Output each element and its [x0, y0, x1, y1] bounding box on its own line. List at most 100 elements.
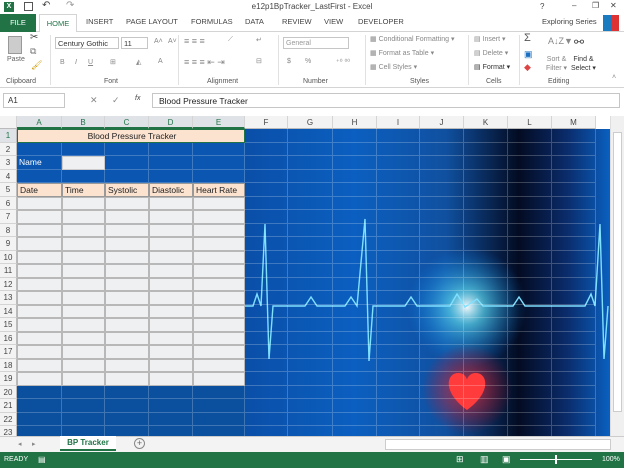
column-header-F[interactable]: F: [245, 116, 288, 129]
cell-C23[interactable]: [105, 426, 149, 436]
format-cells-button[interactable]: ▤ Format ▾: [474, 63, 510, 71]
cell-K19[interactable]: [464, 372, 508, 386]
cell-A15[interactable]: [17, 318, 62, 332]
cell-D7[interactable]: [149, 210, 193, 224]
cell-I6[interactable]: [377, 196, 420, 210]
cell-A6[interactable]: [17, 196, 62, 210]
cell-D14[interactable]: [149, 304, 193, 318]
cell-K3[interactable]: [464, 156, 508, 170]
cell-I17[interactable]: [377, 345, 420, 359]
cell-B6[interactable]: [62, 196, 105, 210]
cell-E10[interactable]: [193, 250, 245, 264]
cell-C11[interactable]: [105, 264, 149, 278]
cut-icon[interactable]: ✂: [30, 32, 38, 43]
row-header-22[interactable]: 22: [0, 412, 17, 426]
cell-B16[interactable]: [62, 331, 105, 345]
cell-L22[interactable]: [508, 412, 552, 426]
percent-button[interactable]: %: [305, 58, 311, 65]
row-header-18[interactable]: 18: [0, 358, 17, 372]
cell-J12[interactable]: [420, 277, 464, 291]
cell-L14[interactable]: [508, 304, 552, 318]
cell-B5[interactable]: Time: [62, 183, 105, 197]
cell-E17[interactable]: [193, 345, 245, 359]
formula-input[interactable]: Blood Pressure Tracker: [152, 93, 620, 108]
cell-M4[interactable]: [552, 169, 596, 183]
cell-M22[interactable]: [552, 412, 596, 426]
cell-C18[interactable]: [105, 358, 149, 372]
zoom-level[interactable]: 100%: [602, 456, 620, 463]
cell-G18[interactable]: [288, 358, 333, 372]
cell-M16[interactable]: [552, 331, 596, 345]
cell-K21[interactable]: [464, 399, 508, 413]
cancel-icon[interactable]: ✕: [90, 95, 98, 106]
cell-G14[interactable]: [288, 304, 333, 318]
tab-formulas[interactable]: FORMULAS: [191, 17, 233, 26]
cell-F13[interactable]: [245, 291, 288, 305]
account-avatar[interactable]: [603, 15, 619, 31]
cell-B3-name-input[interactable]: [62, 156, 105, 170]
cell-J23[interactable]: [420, 426, 464, 436]
cell-K11[interactable]: [464, 264, 508, 278]
cell-E8[interactable]: [193, 223, 245, 237]
cell-J11[interactable]: [420, 264, 464, 278]
cell-E21[interactable]: [193, 399, 245, 413]
merge-center-icon[interactable]: ⊟: [256, 57, 262, 65]
row-header-4[interactable]: 4: [0, 169, 17, 183]
cell-G22[interactable]: [288, 412, 333, 426]
cell-J8[interactable]: [420, 223, 464, 237]
tab-page-layout[interactable]: PAGE LAYOUT: [126, 17, 178, 26]
page-layout-view-icon[interactable]: ▥: [480, 454, 489, 465]
cell-K20[interactable]: [464, 385, 508, 399]
next-sheet-icon[interactable]: ▸: [32, 440, 36, 448]
cell-H3[interactable]: [333, 156, 377, 170]
cell-I8[interactable]: [377, 223, 420, 237]
cell-E2[interactable]: [193, 142, 245, 156]
cell-A18[interactable]: [17, 358, 62, 372]
cell-B9[interactable]: [62, 237, 105, 251]
cell-K12[interactable]: [464, 277, 508, 291]
cell-B11[interactable]: [62, 264, 105, 278]
clear-icon[interactable]: ◆: [524, 62, 531, 73]
cell-M13[interactable]: [552, 291, 596, 305]
cell-D16[interactable]: [149, 331, 193, 345]
row-header-5[interactable]: 5: [0, 183, 17, 197]
cell-J15[interactable]: [420, 318, 464, 332]
row-header-16[interactable]: 16: [0, 331, 17, 345]
column-header-H[interactable]: H: [333, 116, 377, 129]
row-header-9[interactable]: 9: [0, 237, 17, 251]
font-name-dropdown[interactable]: Century Gothic: [55, 37, 119, 49]
insert-function-button[interactable]: fx: [135, 95, 140, 102]
column-header-E[interactable]: E: [193, 116, 245, 129]
cell-L21[interactable]: [508, 399, 552, 413]
cell-F21[interactable]: [245, 399, 288, 413]
cell-A23[interactable]: [17, 426, 62, 436]
cell-H6[interactable]: [333, 196, 377, 210]
cell-H4[interactable]: [333, 169, 377, 183]
cell-G5[interactable]: [288, 183, 333, 197]
cell-C9[interactable]: [105, 237, 149, 251]
cell-J13[interactable]: [420, 291, 464, 305]
cell-L10[interactable]: [508, 250, 552, 264]
cell-B21[interactable]: [62, 399, 105, 413]
cell-H13[interactable]: [333, 291, 377, 305]
row-header-15[interactable]: 15: [0, 318, 17, 332]
cell-J20[interactable]: [420, 385, 464, 399]
cell-L8[interactable]: [508, 223, 552, 237]
decimal-icon[interactable]: ⁺⁰ ⁰⁰: [336, 58, 350, 66]
cell-J17[interactable]: [420, 345, 464, 359]
cell-H16[interactable]: [333, 331, 377, 345]
cell-L12[interactable]: [508, 277, 552, 291]
cell-A1-title[interactable]: Blood Pressure Tracker: [17, 129, 245, 143]
number-format-dropdown[interactable]: General: [283, 37, 349, 49]
cell-K15[interactable]: [464, 318, 508, 332]
cell-D20[interactable]: [149, 385, 193, 399]
cell-J3[interactable]: [420, 156, 464, 170]
cell-M6[interactable]: [552, 196, 596, 210]
close-button[interactable]: ✕: [610, 1, 617, 10]
cell-M10[interactable]: [552, 250, 596, 264]
cell-D10[interactable]: [149, 250, 193, 264]
cell-F11[interactable]: [245, 264, 288, 278]
cell-L4[interactable]: [508, 169, 552, 183]
zoom-slider[interactable]: [520, 455, 592, 464]
cell-K18[interactable]: [464, 358, 508, 372]
